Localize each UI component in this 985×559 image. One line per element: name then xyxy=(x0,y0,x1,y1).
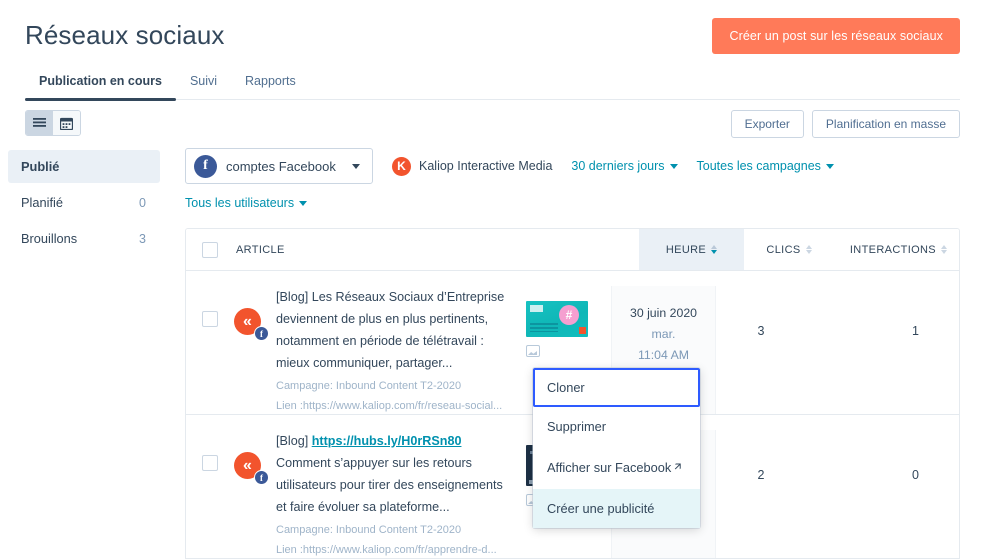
brand-account-chip: K Kaliop Interactive Media xyxy=(392,157,552,176)
column-header-heure-label: HEURE xyxy=(666,244,706,256)
campaign-filter-label: Toutes les campagnes xyxy=(697,159,821,173)
post-title-text: Comment s’appuyer sur les retours utilis… xyxy=(276,452,516,518)
select-all-cell xyxy=(186,229,234,270)
bulk-schedule-button[interactable]: Planification en masse xyxy=(812,110,960,138)
page-header: Réseaux sociaux Créer un post sur les ré… xyxy=(0,0,985,100)
account-select[interactable]: f comptes Facebook xyxy=(185,148,373,184)
post-date: 30 juin 2020 xyxy=(612,303,715,324)
tab-bar: Publication en cours Suivi Rapports xyxy=(25,64,960,100)
row-avatar-cell: « f xyxy=(234,286,276,338)
row-article-cell: [Blog] Les Réseaux Sociaux d’Entreprise … xyxy=(276,286,526,414)
post-shortlink[interactable]: https://hubs.ly/H0rRSn80 xyxy=(312,434,462,448)
social-media-page: Réseaux sociaux Créer un post sur les ré… xyxy=(0,0,985,559)
row-article-cell: [Blog] https://hubs.ly/H0rRSn80 Comment … xyxy=(276,430,526,558)
sort-icon-heure xyxy=(711,245,717,254)
page-body: Publié Planifié 0 Brouillons 3 f comptes… xyxy=(0,148,985,559)
chevron-down-icon xyxy=(352,164,360,169)
sidebar-item-label: Brouillons xyxy=(21,231,77,246)
sidebar-item-count: 0 xyxy=(139,196,146,210)
column-header-clics[interactable]: CLICS xyxy=(744,229,834,270)
account-select-label: comptes Facebook xyxy=(226,159,338,174)
calendar-view-button[interactable] xyxy=(53,111,80,135)
column-header-interactions-label: INTERACTIONS xyxy=(850,244,936,256)
post-thumbnail-image xyxy=(526,301,588,337)
view-toggle-group xyxy=(25,110,81,136)
toolbar: Exporter Planification en masse xyxy=(0,100,985,148)
tab-suivi[interactable]: Suivi xyxy=(176,74,231,99)
column-header-clics-label: CLICS xyxy=(766,244,800,256)
campaign-filter[interactable]: Toutes les campagnes xyxy=(697,159,834,173)
column-header-interactions[interactable]: INTERACTIONS xyxy=(834,229,959,270)
post-time: 11:04 AM xyxy=(612,345,715,366)
post-link: Lien :https://www.kaliop.com/fr/apprendr… xyxy=(276,542,516,558)
post-campaign: Campagne: Inbound Content T2-2020 xyxy=(276,522,516,538)
sidebar-item-planifie[interactable]: Planifié 0 xyxy=(8,186,160,219)
user-filter-label: Tous les utilisateurs xyxy=(185,196,294,210)
row-select-cell xyxy=(186,286,234,327)
facebook-icon: f xyxy=(194,155,217,178)
brand-account-name: Kaliop Interactive Media xyxy=(419,159,552,173)
sidebar-item-count: 3 xyxy=(139,232,146,246)
menu-item-supprimer[interactable]: Supprimer xyxy=(533,407,700,446)
image-attachment-icon xyxy=(526,345,540,357)
row-thumbnail-cell xyxy=(526,286,611,357)
row-interactions-cell: 0 xyxy=(806,430,931,482)
post-campaign: Campagne: Inbound Content T2-2020 xyxy=(276,378,516,394)
post-title[interactable]: [Blog] https://hubs.ly/H0rRSn80 xyxy=(276,430,516,452)
row-avatar-cell: « f xyxy=(234,430,276,482)
post-title[interactable]: [Blog] Les Réseaux Sociaux d’Entreprise … xyxy=(276,286,516,374)
user-filter[interactable]: Tous les utilisateurs xyxy=(185,196,307,210)
filter-bar-secondary: Tous les utilisateurs xyxy=(185,194,960,212)
row-checkbox[interactable] xyxy=(202,455,218,471)
row-interactions-cell: 1 xyxy=(806,286,931,338)
date-range-filter[interactable]: 30 derniers jours xyxy=(571,159,677,173)
row-select-cell xyxy=(186,430,234,471)
chevron-down-icon xyxy=(826,164,834,169)
post-weekday: mar. xyxy=(612,324,715,345)
sidebar-item-label: Publié xyxy=(21,159,59,174)
column-header-heure[interactable]: HEURE xyxy=(639,229,744,270)
toolbar-actions: Exporter Planification en masse xyxy=(731,110,960,138)
list-view-icon xyxy=(33,118,46,129)
sort-icon-interactions xyxy=(941,245,947,254)
sidebar-item-label: Planifié xyxy=(21,195,63,210)
facebook-badge-icon: f xyxy=(254,326,269,341)
row-checkbox[interactable] xyxy=(202,311,218,327)
row-clicks-cell: 3 xyxy=(716,286,806,338)
tab-publication-en-cours[interactable]: Publication en cours xyxy=(25,74,176,99)
menu-item-label: Afficher sur Facebook xyxy=(547,460,671,475)
external-link-icon: 🡭 xyxy=(674,458,681,477)
menu-item-creer-une-publicite[interactable]: Créer une publicité xyxy=(533,489,700,528)
calendar-view-icon xyxy=(60,117,73,130)
date-range-label: 30 derniers jours xyxy=(571,159,664,173)
sidebar-item-publie[interactable]: Publié xyxy=(8,150,160,183)
post-link: Lien :https://www.kaliop.com/fr/reseau-s… xyxy=(276,398,516,414)
sidebar-item-brouillons[interactable]: Brouillons 3 xyxy=(8,222,160,255)
kaliop-logo-icon: K xyxy=(392,157,411,176)
list-view-button[interactable] xyxy=(26,111,53,135)
post-title-prefix: [Blog] xyxy=(276,290,312,304)
sort-icon-clics xyxy=(806,245,812,254)
post-title-prefix: [Blog] xyxy=(276,434,312,448)
column-header-article: ARTICLE xyxy=(234,229,639,270)
menu-item-cloner[interactable]: Cloner xyxy=(533,368,700,407)
table-header-row: ARTICLE HEURE CLICS INTERACTIONS xyxy=(186,229,959,271)
post-context-menu: Cloner Supprimer Afficher sur Facebook 🡭… xyxy=(533,368,700,528)
export-button[interactable]: Exporter xyxy=(731,110,804,138)
select-all-checkbox[interactable] xyxy=(202,242,218,258)
tab-rapports[interactable]: Rapports xyxy=(231,74,310,99)
status-sidebar: Publié Planifié 0 Brouillons 3 xyxy=(0,148,160,559)
facebook-badge-icon: f xyxy=(254,470,269,485)
chevron-down-icon xyxy=(299,201,307,206)
menu-item-afficher-sur-facebook[interactable]: Afficher sur Facebook 🡭 xyxy=(533,446,700,489)
create-social-post-button[interactable]: Créer un post sur les réseaux sociaux xyxy=(712,18,960,54)
row-clicks-cell: 2 xyxy=(716,430,806,482)
filter-bar: f comptes Facebook K Kaliop Interactive … xyxy=(185,148,960,184)
chevron-down-icon xyxy=(670,164,678,169)
